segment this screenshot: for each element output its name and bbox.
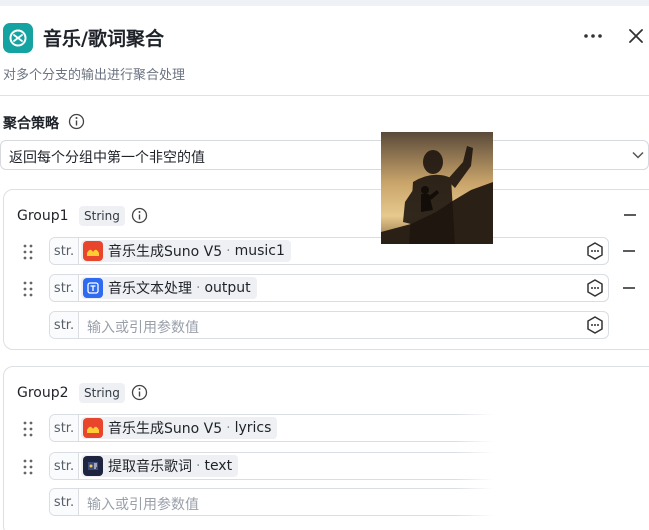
drag-handle-icon[interactable] [22,243,34,261]
variable-picker-icon[interactable] [585,315,605,335]
chevron-down-icon [632,151,644,159]
reference-variable: lyrics [234,420,272,436]
header-divider [0,95,649,96]
input-placeholder: 输入或引用参数值 [87,497,199,513]
floating-image-thumbnail[interactable] [381,132,493,244]
page-subtitle: 对多个分支的输出进行聚合处理 [3,68,186,83]
reference-variable: output [204,280,251,296]
more-horizontal-icon [584,34,602,38]
reference-node-name: 音乐生成Suno V5 [108,244,223,260]
reference-chip[interactable]: 提取音乐歌词 · text [81,455,239,477]
reference-input[interactable]: str. 音乐生成Suno V5 · music1 [49,237,609,265]
panel-header: 音乐/歌词聚合 [0,14,649,58]
reference-variable: music1 [234,243,285,259]
strategy-info-icon[interactable] [68,113,85,134]
suno-icon [83,418,103,438]
group-title: Group1 [17,208,69,224]
strategy-label: 聚合策略 [3,116,59,132]
reference-chip[interactable]: 音乐生成Suno V5 · lyrics [81,417,278,439]
drag-handle-icon[interactable] [22,458,34,476]
input-placeholder: 输入或引用参数值 [87,320,199,336]
type-badge: String [79,383,125,403]
remove-group-button[interactable] [623,208,637,222]
close-icon [629,29,643,43]
remove-item-button[interactable] [622,281,636,295]
value-input[interactable]: str. 输入或引用参数值 [49,311,609,339]
type-prefix: str. [50,312,79,338]
text-process-icon [83,278,103,298]
close-button[interactable] [624,24,648,48]
reference-node-name: 音乐生成Suno V5 [108,421,223,437]
reference-separator: · [226,243,231,259]
reference-node-name: 提取音乐歌词 [108,459,192,475]
strategy-select[interactable]: 返回每个分组中第一个非空的值 [0,140,649,170]
page-title: 音乐/歌词聚合 [43,28,164,50]
top-strip [0,0,649,6]
reference-separator: · [196,280,201,296]
type-prefix: str. [50,415,79,441]
reference-input[interactable]: str. 音乐文本处理 · output [49,274,609,302]
remove-item-button[interactable] [622,244,636,258]
info-icon[interactable] [131,207,148,224]
type-prefix: str. [50,489,79,515]
suno-icon [83,241,103,261]
lyrics-extract-icon [83,456,103,476]
more-options-button[interactable] [580,24,606,48]
reference-separator: · [196,458,201,474]
reference-separator: · [226,420,231,436]
reference-chip[interactable]: 音乐生成Suno V5 · music1 [81,240,291,262]
drag-handle-icon[interactable] [22,420,34,438]
variable-picker-icon[interactable] [585,241,605,261]
type-prefix: str. [50,453,79,479]
info-icon[interactable] [131,384,148,401]
type-badge: String [79,206,125,226]
aggregate-node-icon [3,23,33,53]
reference-node-name: 音乐文本处理 [108,281,192,297]
reference-chip[interactable]: 音乐文本处理 · output [81,277,257,299]
strategy-selected-value: 返回每个分组中第一个非空的值 [9,150,205,166]
type-prefix: str. [50,275,79,301]
variable-picker-icon[interactable] [585,278,605,298]
drag-handle-icon[interactable] [22,280,34,298]
group-title: Group2 [17,385,69,401]
overlay-fade [455,380,649,530]
type-prefix: str. [50,238,79,264]
reference-variable: text [204,458,233,474]
